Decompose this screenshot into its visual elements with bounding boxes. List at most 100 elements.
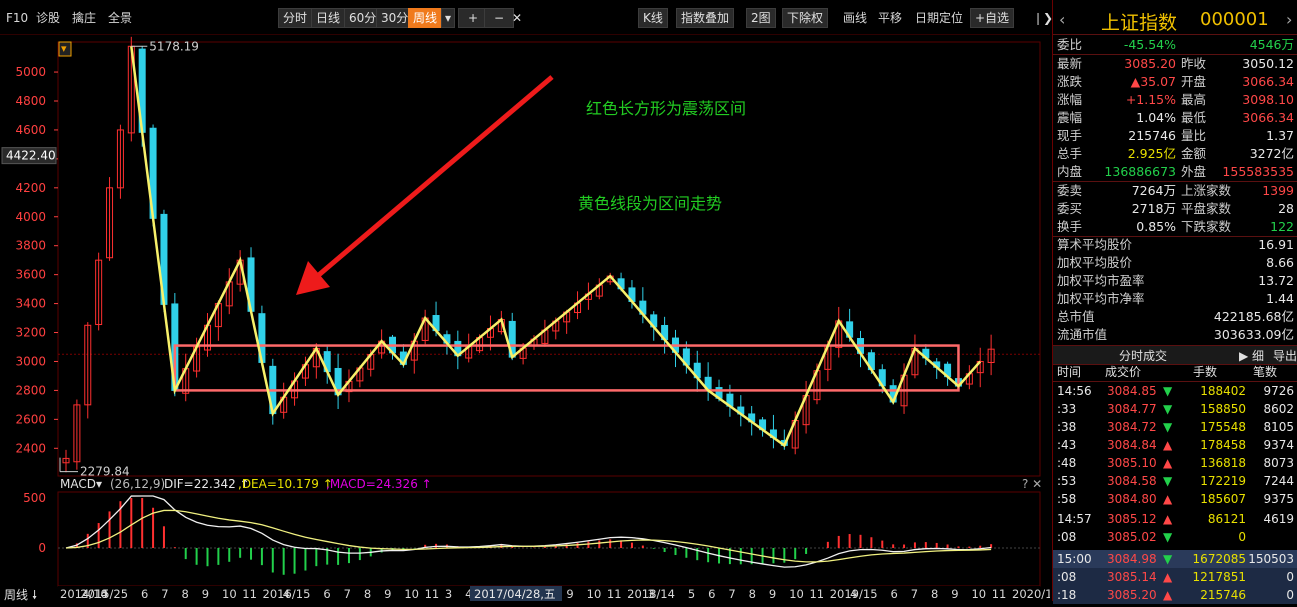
dea-line [65,509,992,563]
trade-count: 150503 [1248,552,1294,566]
collapse-panel-icon[interactable]: ❘❯ [1033,10,1053,26]
trade-dir-icon: ▲ [1163,456,1173,470]
x-tick-label: 4 [850,587,857,601]
x-tick-label: 8 [749,587,756,601]
quote-row-sell: 委卖 7264万 上涨家数 1399 [1057,183,1294,198]
trades-detail-button[interactable]: ▶ 细 [1239,347,1264,364]
trades-export-button[interactable]: 导出 [1273,347,1297,364]
y-tick-label: 3400 [15,297,46,311]
yellow-zigzag [130,46,982,448]
trade-count: 0 [1286,570,1294,584]
y-tick-label: 3600 [15,268,46,282]
period-intraday-button[interactable]: 分时 [278,8,313,28]
pan-button[interactable]: 平移 [878,10,902,26]
x-tick-label: 11 [425,587,440,601]
trade-time: :38 [1057,420,1077,434]
trade-count: 9375 [1263,492,1294,506]
f10-button[interactable]: F10 [6,10,28,26]
period-dropdown-icon[interactable]: ▾ [441,8,456,28]
x-tick-label: 9 [566,587,573,601]
add-watchlist-button[interactable]: +自选 [970,8,1015,28]
panorama-button[interactable]: 全景 [108,10,132,26]
x-tick-label: 5 [870,587,877,601]
bottom-period[interactable]: 周线 🠗 [0,585,54,602]
x-tick-label: 7 [161,587,168,601]
x-tick-label: 10 [404,587,419,601]
x-tick-label: 11 [992,587,1007,601]
y-tick-label: 3000 [15,354,46,368]
period-daily-button[interactable]: 日线 [311,8,346,28]
x-tick-label: 7 [728,587,735,601]
y-tick-label: 4000 [15,210,46,224]
zoom-out-button[interactable]: − [484,8,514,28]
trade-volume: 86121 [1207,512,1246,526]
trade-volume: 1217851 [1192,570,1246,584]
cursor-date-label: 2017/04/28,五 [474,587,555,601]
quote-row-fmcap: 流通市值 303633.09亿 [1057,327,1294,342]
draw-line-button[interactable]: 画线 [843,10,867,26]
trade-volume: 185607 [1200,492,1246,506]
kline-dropdown[interactable]: K线 [638,8,668,28]
red-arrow-head [296,261,330,295]
annotation-layer: 红色长方形为震荡区间黄色线段为区间走势 [130,46,982,448]
quote-header: ‹ 上证指数 000001 › [1053,8,1297,34]
price-frame [57,41,1041,477]
macd-name: MACD▾ [60,477,102,491]
quote-row-curvol: 现手 215746 量比 1.37 [1057,128,1294,143]
macd-params: (26,12,9) [110,477,165,491]
date-locate-button[interactable]: 日期定位 [915,10,963,26]
trade-time: :48 [1057,456,1077,470]
y-tick-label: 2800 [15,383,46,397]
chart-labels: 5178.19 2279.84 [59,39,199,479]
y-tick-label: 2400 [15,441,46,455]
red-arrow-shaft [312,75,554,281]
quote-row-mcap: 总市值 422185.68亿 [1057,309,1294,324]
index-overlay-dropdown[interactable]: 指数叠加 [676,8,735,28]
trade-price: 3085.14 [1107,570,1157,584]
x-tick-label: 8 [931,587,938,601]
trade-volume: 215746 [1200,588,1246,602]
x-tick-label: 6 [708,587,715,601]
trade-dir-icon: ▲ [1163,512,1173,526]
period-weekly-button[interactable]: 周线 [408,8,443,28]
diagnose-button[interactable]: 诊股 [36,10,60,26]
macd-y-tick: 0 [38,541,46,555]
axis-menu-glyph: ▾ [61,42,67,55]
trades-title: 分时成交 [1119,349,1168,363]
trade-count: 9726 [1263,384,1294,398]
close-chart-icon[interactable]: ✕ [512,10,522,26]
trade-dir-icon: ▼ [1163,552,1173,566]
quote-panel: ‹ 上证指数 000001 › 委比 -45.54% 4546万 最新 3085.… [1052,0,1297,604]
x-tick-label: 4 [668,587,675,601]
y-tick-label: 2600 [15,412,46,426]
trade-row: 14:56 3084.85 ▼ 188402 9726 [1053,382,1297,400]
prev-stock-icon[interactable]: ‹ [1059,10,1065,29]
quote-row-pe: 加权平均市盈率 13.72 [1057,273,1294,288]
high-label: 5178.19 [149,39,199,53]
next-stock-icon[interactable]: › [1286,10,1292,29]
x-tick-label: 11 [242,587,257,601]
index-code: 000001 [1200,9,1269,30]
trade-row: :48 3085.10 ▲ 136818 8073 [1053,454,1297,472]
trade-price: 3084.72 [1107,420,1157,434]
trade-time: :43 [1057,438,1077,452]
trade-price: 3084.80 [1107,492,1157,506]
two-charts-dropdown[interactable]: 2图 [746,8,776,28]
chart-toolbar: F10 诊股 擒庄 全景 分时 日线 60分 30分 周线 ▾ + − ✕ K线… [0,0,1053,34]
qinzhuang-button[interactable]: 擒庄 [72,10,96,26]
trade-dir-icon: ▲ [1163,492,1173,506]
x-tick-label: 10 [587,587,602,601]
macd-value: ,MACD=24.326 ↑ [326,477,432,491]
note-trend: 黄色线段为区间走势 [578,194,722,213]
x-tick-label: 6 [890,587,897,601]
trade-count: 8602 [1263,402,1294,416]
trade-price: 3084.98 [1107,552,1157,566]
quote-row-change: 涨跌 ▲35.07 开盘 3066.34 [1057,74,1294,89]
quote-row-weibi: 委比 -45.54% 4546万 [1057,37,1294,52]
trade-time: 14:56 [1057,384,1092,398]
trade-count: 8105 [1263,420,1294,434]
trade-time: 15:00 [1057,552,1092,566]
exright-dropdown[interactable]: 下除权 [782,8,829,28]
trade-time: :53 [1057,474,1077,488]
x-tick-label: 9 [769,587,776,601]
